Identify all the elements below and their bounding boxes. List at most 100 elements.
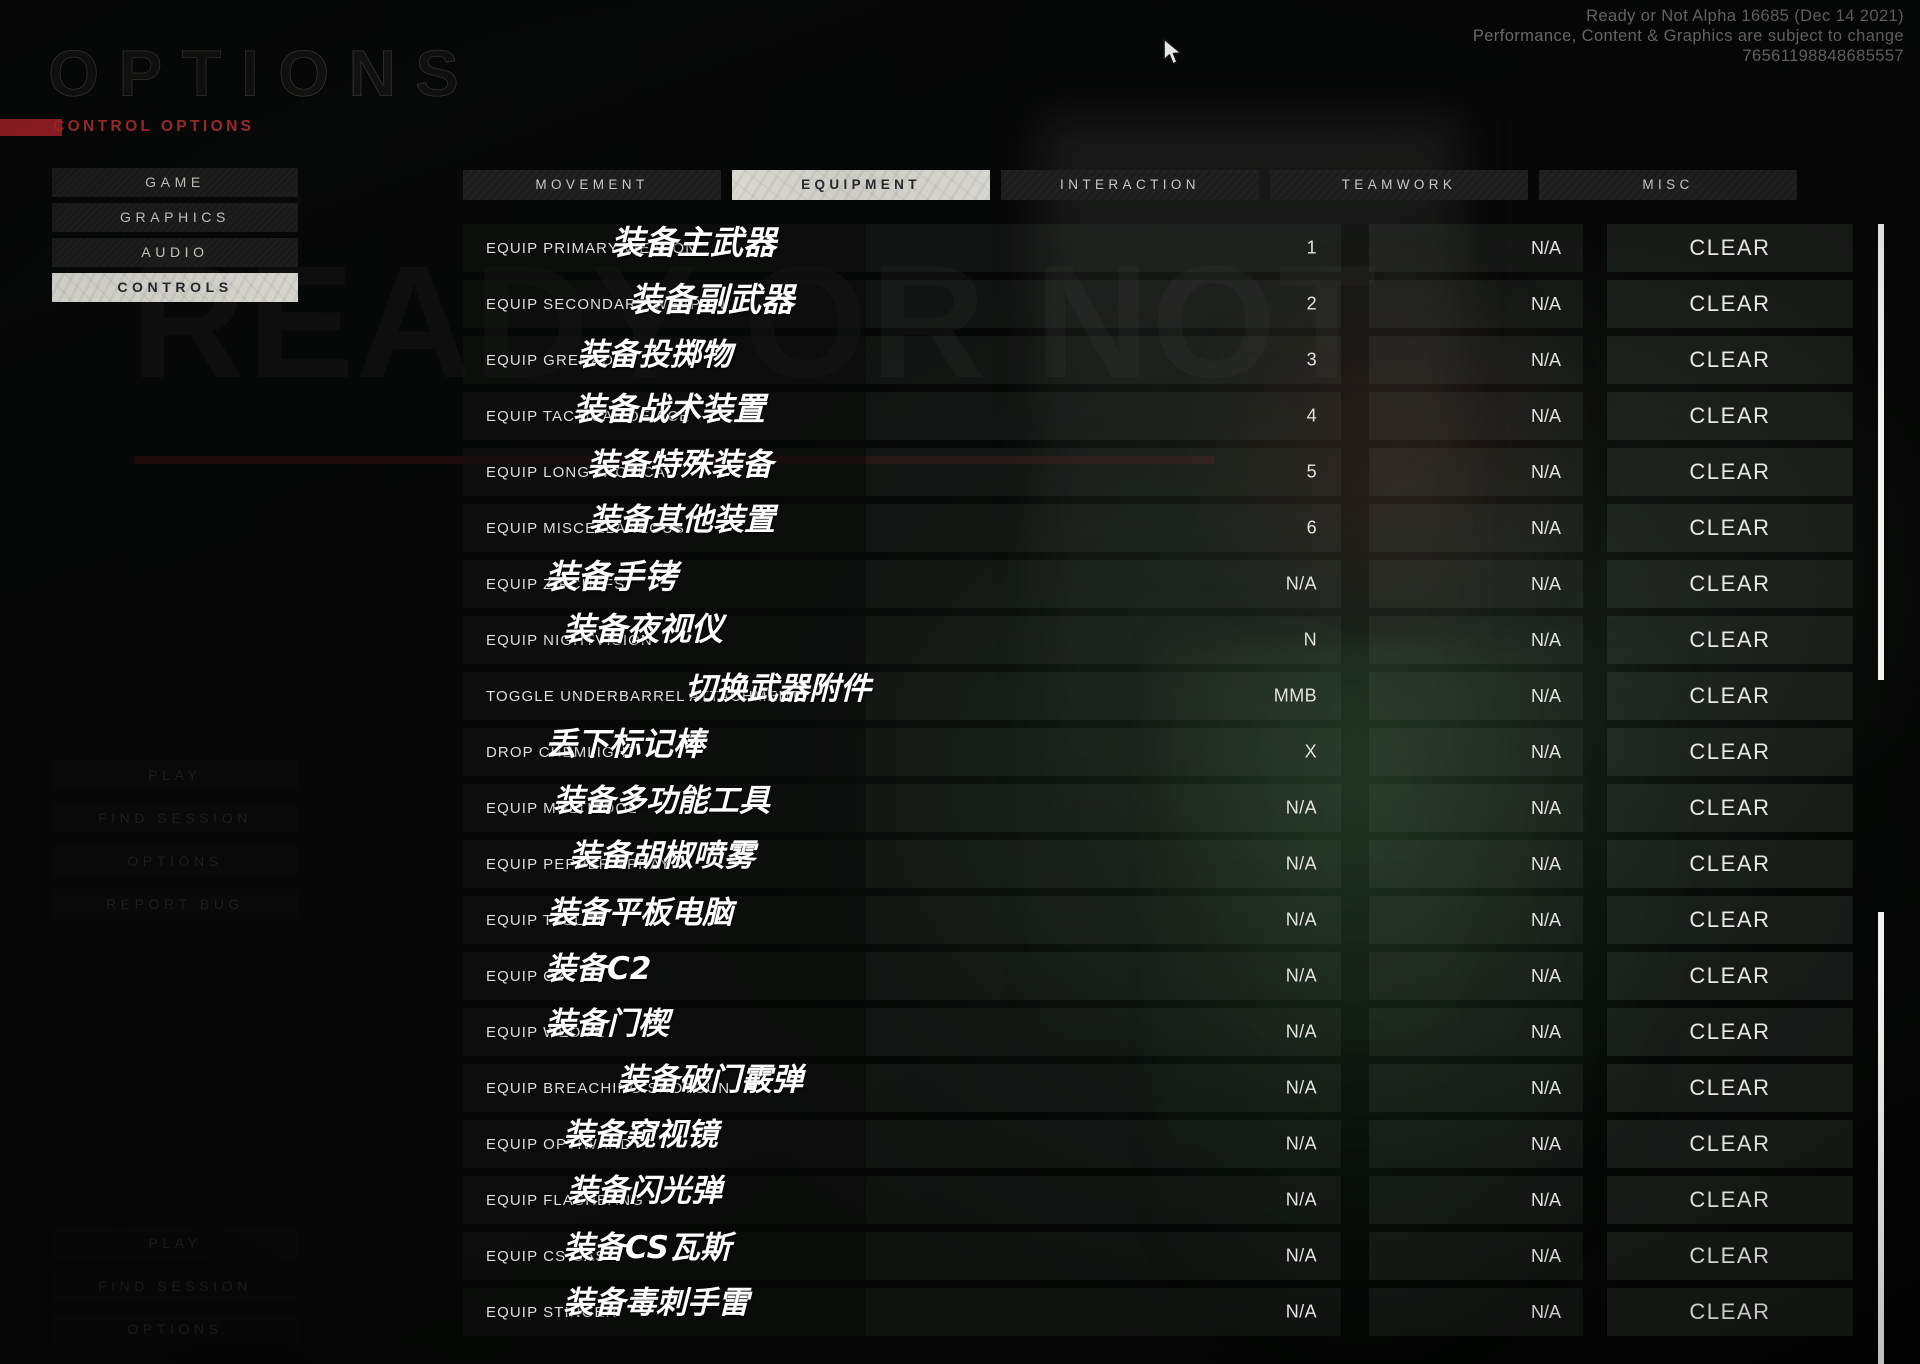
alternate-bind-cell[interactable]: N/A — [1369, 1008, 1583, 1056]
alternate-bind-cell[interactable]: N/A — [1369, 504, 1583, 552]
alternate-bind-cell[interactable]: N/A — [1369, 840, 1583, 888]
sidebar-category-audio[interactable]: AUDIO — [52, 238, 298, 267]
clear-button-label: CLEAR — [1689, 795, 1771, 820]
clear-binding-button[interactable]: CLEAR — [1607, 336, 1853, 384]
action-label: EQUIP WEDGE — [486, 1023, 606, 1041]
primary-bind-cell[interactable]: TOGGLE UNDERBARREL ATTACHMENT MMB — [463, 672, 1341, 720]
alternate-bind-cell[interactable]: N/A — [1369, 280, 1583, 328]
keybinding-row: EQUIP TABLET N/A N/A CLEAR 装备平板电脑 — [463, 895, 1855, 944]
alternate-key-value: N/A — [1530, 685, 1561, 706]
primary-bind-cell[interactable]: EQUIP OPTIWAND N/A — [463, 1120, 1341, 1168]
primary-bind-cell[interactable]: EQUIP FLASHBANG N/A — [463, 1176, 1341, 1224]
alternate-bind-cell[interactable]: N/A — [1369, 336, 1583, 384]
primary-bind-cell[interactable]: EQUIP PRIMARY WEAPON 1 — [463, 224, 1341, 272]
clear-binding-button[interactable]: CLEAR — [1607, 1120, 1853, 1168]
alternate-bind-cell[interactable]: N/A — [1369, 224, 1583, 272]
primary-key-value: 4 — [1306, 405, 1317, 426]
primary-bind-cell[interactable]: EQUIP SECONDARY WEAPON 2 — [463, 280, 1341, 328]
primary-bind-cell[interactable]: EQUIP TACTICAL DEVICE 4 — [463, 392, 1341, 440]
primary-bind-cell[interactable]: EQUIP STINGER N/A — [463, 1288, 1341, 1336]
primary-bind-cell[interactable]: EQUIP MULTITOOL N/A — [463, 784, 1341, 832]
clear-binding-button[interactable]: CLEAR — [1607, 504, 1853, 552]
alternate-bind-cell[interactable]: N/A — [1369, 896, 1583, 944]
options-screen: READY OR NOT Ready or Not Alpha 16685 (D… — [0, 0, 1920, 1364]
clear-binding-button[interactable]: CLEAR — [1607, 448, 1853, 496]
clear-binding-button[interactable]: CLEAR — [1607, 1288, 1853, 1336]
clear-binding-button[interactable]: CLEAR — [1607, 224, 1853, 272]
primary-bind-cell[interactable]: EQUIP MISCELLANEOUS 6 — [463, 504, 1341, 552]
primary-bind-cell[interactable]: EQUIP TABLET N/A — [463, 896, 1341, 944]
clear-binding-button[interactable]: CLEAR — [1607, 1064, 1853, 1112]
clear-binding-button[interactable]: CLEAR — [1607, 1008, 1853, 1056]
keybinding-row: EQUIP MISCELLANEOUS 6 N/A CLEAR 装备其他装置 — [463, 502, 1855, 552]
alternate-bind-cell[interactable]: N/A — [1369, 784, 1583, 832]
sidebar-category-controls[interactable]: CONTROLS — [52, 273, 298, 302]
clear-binding-button[interactable]: CLEAR — [1607, 952, 1853, 1000]
tab-movement[interactable]: MOVEMENT — [463, 170, 721, 200]
alternate-bind-cell[interactable]: N/A — [1369, 448, 1583, 496]
keybinding-row: EQUIP FLASHBANG N/A N/A CLEAR 装备闪光弹 — [463, 1173, 1855, 1224]
ghost-menu-item-find-session: FIND SESSION — [98, 1278, 252, 1294]
keybinding-row: EQUIP LONG TACTICAL 5 N/A CLEAR 装备特殊装备 — [463, 447, 1855, 496]
sidebar-category-graphics[interactable]: GRAPHICS — [52, 203, 298, 232]
action-label: EQUIP ZIPCUFFS — [486, 575, 626, 593]
keybinding-row: EQUIP ZIPCUFFS N/A N/A CLEAR 装备手铐 — [463, 557, 1855, 608]
clear-binding-button[interactable]: CLEAR — [1607, 728, 1853, 776]
tab-misc[interactable]: MISC — [1539, 170, 1797, 200]
alternate-key-value: N/A — [1530, 1245, 1561, 1266]
clear-binding-button[interactable]: CLEAR — [1607, 896, 1853, 944]
scrollbar-thumb[interactable] — [1878, 224, 1884, 680]
clear-binding-button[interactable]: CLEAR — [1607, 392, 1853, 440]
primary-key-value: 2 — [1306, 293, 1317, 314]
controls-tab-bar: MOVEMENT EQUIPMENT INTERACTION TEAMWORK MISC — [463, 170, 1797, 200]
alternate-bind-cell[interactable]: N/A — [1369, 392, 1583, 440]
scrollbar-track[interactable] — [1878, 224, 1884, 1364]
alternate-bind-cell[interactable]: N/A — [1369, 1288, 1583, 1336]
primary-bind-cell[interactable]: EQUIP LONG TACTICAL 5 — [463, 448, 1341, 496]
ghost-menu-item-play: PLAY — [148, 767, 202, 783]
clear-binding-button[interactable]: CLEAR — [1607, 280, 1853, 328]
primary-bind-cell[interactable]: EQUIP PEPPER SPRAY N/A — [463, 840, 1341, 888]
alternate-bind-cell[interactable]: N/A — [1369, 560, 1583, 608]
action-label: DROP CHEMLIGHT — [486, 743, 637, 761]
alternate-key-value: N/A — [1530, 405, 1561, 426]
clear-binding-button[interactable]: CLEAR — [1607, 1176, 1853, 1224]
keybinding-row: TOGGLE UNDERBARREL ATTACHMENT MMB N/A CLEAR… — [463, 671, 1855, 720]
keybinding-row: EQUIP PEPPER SPRAY N/A N/A CLEAR 装备胡椒喷雾 — [463, 838, 1855, 888]
primary-bind-cell[interactable]: EQUIP GRENADE 3 — [463, 336, 1341, 384]
clear-button-label: CLEAR — [1689, 1075, 1771, 1100]
clear-binding-button[interactable]: CLEAR — [1607, 840, 1853, 888]
alternate-bind-cell[interactable]: N/A — [1369, 728, 1583, 776]
alternate-bind-cell[interactable]: N/A — [1369, 952, 1583, 1000]
alternate-bind-cell[interactable]: N/A — [1369, 672, 1583, 720]
sidebar-category-game[interactable]: GAME — [52, 168, 298, 197]
clear-button-label: CLEAR — [1689, 1299, 1771, 1324]
alternate-bind-cell[interactable]: N/A — [1369, 1232, 1583, 1280]
clear-binding-button[interactable]: CLEAR — [1607, 560, 1853, 608]
primary-bind-cell[interactable]: EQUIP NIGHTVISION N — [463, 616, 1341, 664]
primary-bind-cell[interactable]: DROP CHEMLIGHT X — [463, 728, 1341, 776]
primary-bind-cell[interactable]: EQUIP C2 N/A — [463, 952, 1341, 1000]
clear-binding-button[interactable]: CLEAR — [1607, 616, 1853, 664]
keybinding-row: EQUIP STINGER N/A N/A CLEAR 装备毒刺手雷 — [463, 1285, 1855, 1336]
primary-bind-cell[interactable]: EQUIP WEDGE N/A — [463, 1008, 1341, 1056]
tab-interaction[interactable]: INTERACTION — [1001, 170, 1259, 200]
clear-binding-button[interactable]: CLEAR — [1607, 784, 1853, 832]
primary-bind-cell[interactable]: EQUIP BREACHING SHOTGUN N/A — [463, 1064, 1341, 1112]
keybinding-row: EQUIP OPTIWAND N/A N/A CLEAR 装备窥视镜 — [463, 1117, 1855, 1168]
build-version-info: Ready or Not Alpha 16685 (Dec 14 2021) P… — [1473, 6, 1904, 66]
tab-equipment[interactable]: EQUIPMENT — [732, 170, 990, 200]
keybinding-row: EQUIP PRIMARY WEAPON 1 N/A CLEAR 装备主武器 — [463, 223, 1855, 272]
alternate-key-value: N/A — [1530, 853, 1561, 874]
primary-bind-cell[interactable]: EQUIP CS GAS N/A — [463, 1232, 1341, 1280]
alternate-bind-cell[interactable]: N/A — [1369, 1064, 1583, 1112]
scrollbar-thumb[interactable] — [1878, 912, 1884, 1364]
clear-binding-button[interactable]: CLEAR — [1607, 1232, 1853, 1280]
alternate-bind-cell[interactable]: N/A — [1369, 1176, 1583, 1224]
primary-bind-cell[interactable]: EQUIP ZIPCUFFS N/A — [463, 560, 1341, 608]
alternate-bind-cell[interactable]: N/A — [1369, 616, 1583, 664]
alternate-bind-cell[interactable]: N/A — [1369, 1120, 1583, 1168]
tab-teamwork[interactable]: TEAMWORK — [1270, 170, 1528, 200]
primary-key-value: 5 — [1306, 461, 1317, 482]
clear-binding-button[interactable]: CLEAR — [1607, 672, 1853, 720]
